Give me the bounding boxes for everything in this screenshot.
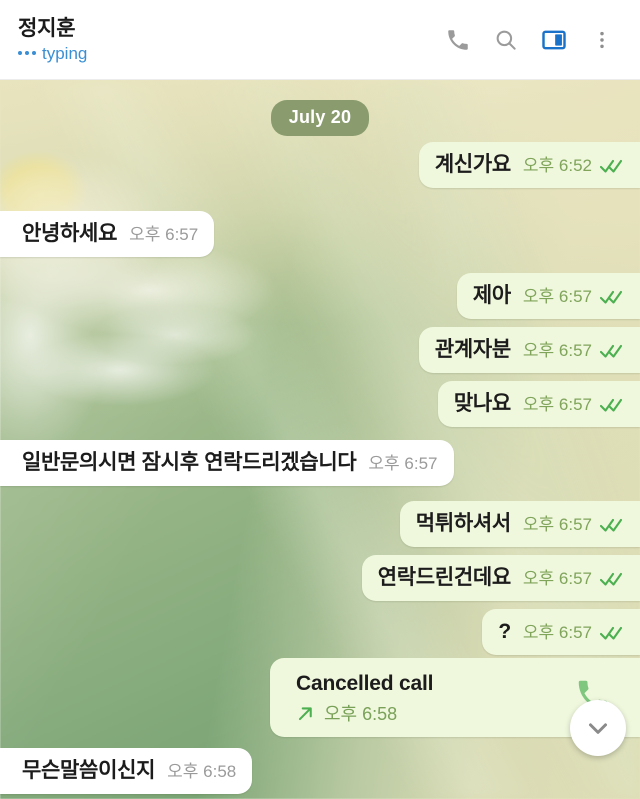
message-bubble-outgoing[interactable]: 먹튀하셔서 오후 6:57 (399, 501, 640, 548)
message-time: 오후 6:57 (522, 287, 592, 306)
read-receipt-double-check-icon (600, 518, 623, 532)
message-meta: 오후 6:57 (523, 516, 626, 533)
message-text: 제아 (472, 284, 511, 307)
read-receipt-double-check-icon (600, 626, 623, 640)
message-bubble-outgoing[interactable]: 계신가요 오후 6:52 (418, 142, 640, 189)
message-meta: 오후 6:57 (523, 288, 626, 305)
read-receipt-double-check-icon (600, 572, 623, 586)
chat-header: 정지훈 typing (0, 0, 640, 80)
message-text: 먹튀하셔서 (415, 512, 511, 535)
call-time: 오후 6:58 (324, 703, 398, 724)
read-receipt-double-check-icon (600, 159, 623, 173)
message-bubble-outgoing[interactable]: 제아 오후 6:57 (456, 273, 640, 320)
search-icon[interactable] (482, 16, 530, 64)
message-bubble-outgoing[interactable]: ? 오후 6:57 (482, 609, 640, 656)
message-time: 오후 6:57 (129, 225, 199, 244)
message-text: 연락드린건데요 (377, 566, 511, 589)
messages-container: July 20 계신가요 오후 6:52 안녕하세요 오후 6:57 제아 오후… (0, 80, 640, 799)
more-options-icon[interactable] (578, 16, 626, 64)
message-bubble-outgoing[interactable]: 관계자분 오후 6:57 (418, 327, 640, 374)
message-bubble-incoming[interactable]: 일반문의시면 잠시후 연락드리겠습니다 오후 6:57 (0, 440, 454, 487)
message-bubble-outgoing[interactable]: 연락드린건데요 오후 6:57 (361, 555, 640, 602)
message-meta: 오후 6:57 (523, 624, 626, 641)
date-separator: July 20 (0, 100, 640, 136)
message-time: 오후 6:57 (522, 569, 592, 588)
read-receipt-double-check-icon (600, 398, 623, 412)
chevron-down-icon (589, 723, 607, 734)
message-meta: 오후 6:57 (129, 226, 198, 243)
call-icon[interactable] (434, 16, 482, 64)
split-view-icon[interactable] (530, 16, 578, 64)
call-subline: 오후 6:58 (296, 704, 574, 723)
typing-status-label: typing (42, 44, 88, 64)
message-row[interactable]: ? 오후 6:57 (482, 609, 640, 656)
message-bubble-outgoing[interactable]: 맞나요 오후 6:57 (437, 381, 640, 428)
message-row[interactable]: 먹튀하셔서 오후 6:57 (399, 501, 640, 548)
message-time: 오후 6:52 (522, 156, 592, 175)
header-titles[interactable]: 정지훈 typing (18, 17, 434, 62)
message-bubble-incoming[interactable]: 무슨말씀이신지 오후 6:58 (0, 748, 253, 795)
message-meta: 오후 6:57 (368, 455, 437, 472)
read-receipt-double-check-icon (600, 290, 623, 304)
message-row[interactable]: 일반문의시면 잠시후 연락드리겠습니다 오후 6:57 (0, 440, 454, 487)
message-meta: 오후 6:57 (523, 570, 626, 587)
message-time: 오후 6:57 (522, 623, 592, 642)
message-text: 안녕하세요 (22, 222, 118, 245)
message-meta: 오후 6:57 (523, 396, 626, 413)
typing-dots-icon (18, 50, 36, 57)
message-text: 맞나요 (453, 392, 511, 415)
message-meta: 오후 6:52 (523, 157, 626, 174)
message-time: 오후 6:57 (368, 454, 438, 473)
message-row[interactable]: 관계자분 오후 6:57 (418, 327, 640, 374)
message-meta: 오후 6:58 (167, 763, 236, 780)
message-meta: 오후 6:57 (523, 342, 626, 359)
message-row[interactable]: 안녕하세요 오후 6:57 (0, 211, 215, 258)
message-text: 관계자분 (434, 338, 511, 361)
message-list[interactable]: July 20 계신가요 오후 6:52 안녕하세요 오후 6:57 제아 오후… (0, 80, 640, 799)
message-row[interactable]: 계신가요 오후 6:52 (418, 142, 640, 189)
message-row[interactable]: 제아 오후 6:57 (456, 273, 640, 320)
message-text: 일반문의시면 잠시후 연락드리겠습니다 (22, 451, 357, 474)
message-time: 오후 6:57 (522, 341, 592, 360)
message-row[interactable]: 무슨말씀이신지 오후 6:58 (0, 748, 253, 795)
message-time: 오후 6:57 (522, 395, 592, 414)
message-text: ? (498, 620, 511, 643)
message-row[interactable]: 맞나요 오후 6:57 (437, 381, 640, 428)
message-text: 무슨말씀이신지 (22, 759, 156, 782)
typing-indicator: typing (18, 45, 434, 62)
call-card-body: Cancelled call 오후 6:58 (296, 672, 574, 723)
scroll-to-bottom-button[interactable] (570, 700, 626, 756)
contact-name: 정지훈 (18, 16, 76, 40)
header-actions (434, 16, 626, 64)
outgoing-call-arrow-icon (298, 707, 312, 721)
read-receipt-double-check-icon (600, 344, 623, 358)
message-time: 오후 6:58 (167, 762, 237, 781)
chat-screen: 정지훈 typing July 20 계신가요 오후 6:52 안녕하세요 오후… (0, 0, 640, 799)
message-row[interactable]: 연락드린건데요 오후 6:57 (361, 555, 640, 602)
message-time: 오후 6:57 (522, 515, 592, 534)
message-text: 계신가요 (434, 153, 511, 176)
date-badge: July 20 (270, 100, 370, 136)
call-title: Cancelled call (296, 672, 434, 695)
message-bubble-incoming[interactable]: 안녕하세요 오후 6:57 (0, 211, 215, 258)
